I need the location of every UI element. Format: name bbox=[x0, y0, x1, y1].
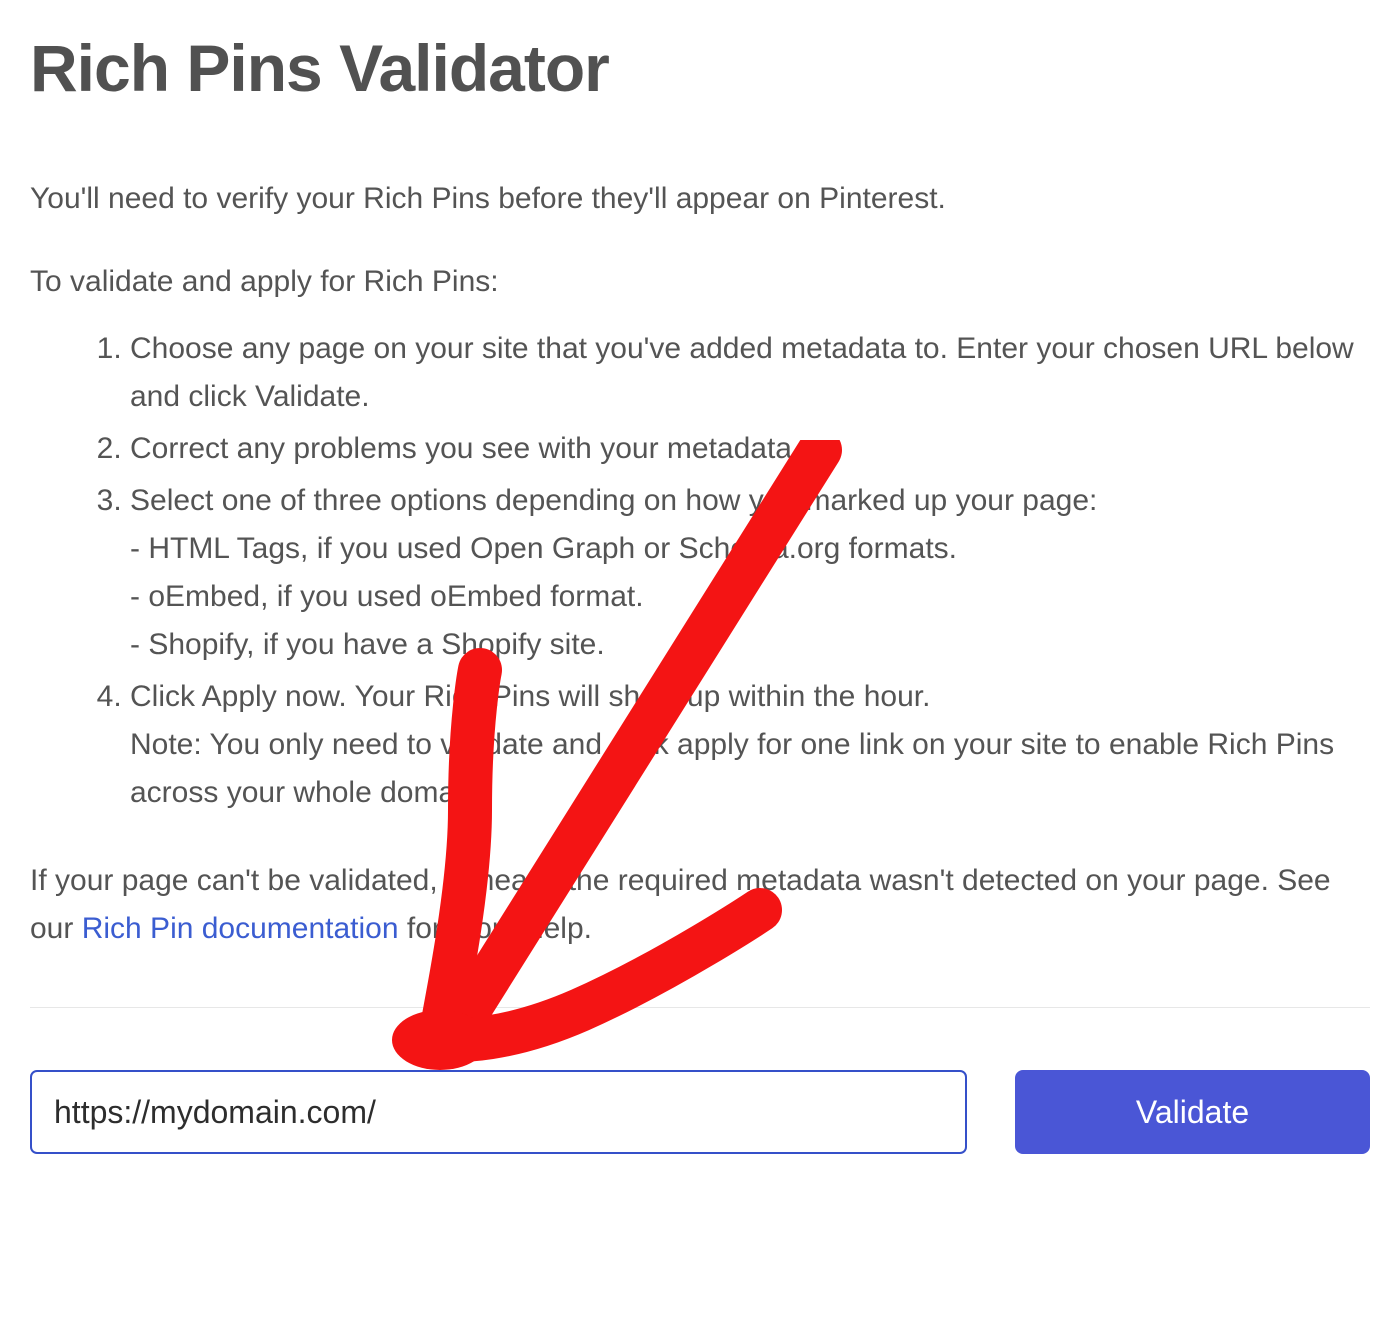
section-divider bbox=[30, 1007, 1370, 1008]
step-text: Click Apply now. Your Rich Pins will sho… bbox=[130, 680, 930, 713]
step-item-1: Choose any page on your site that you've… bbox=[130, 325, 1370, 421]
intro-text: You'll need to verify your Rich Pins bef… bbox=[30, 176, 1370, 221]
step-sub-option: - oEmbed, if you used oEmbed format. bbox=[130, 573, 1370, 621]
steps-subheading: To validate and apply for Rich Pins: bbox=[30, 265, 1370, 299]
step-text: Choose any page on your site that you've… bbox=[130, 332, 1354, 413]
url-input[interactable] bbox=[30, 1070, 967, 1154]
validate-button[interactable]: Validate bbox=[1015, 1070, 1370, 1154]
step-text: Correct any problems you see with your m… bbox=[130, 432, 800, 465]
closing-suffix: for more help. bbox=[399, 912, 592, 945]
step-item-4: Click Apply now. Your Rich Pins will sho… bbox=[130, 673, 1370, 817]
validate-form-row: Validate bbox=[30, 1070, 1370, 1154]
step-item-2: Correct any problems you see with your m… bbox=[130, 425, 1370, 473]
step-text: Select one of three options depending on… bbox=[130, 484, 1097, 517]
rich-pin-documentation-link[interactable]: Rich Pin documentation bbox=[82, 912, 399, 945]
steps-list: Choose any page on your site that you've… bbox=[30, 325, 1370, 817]
step-item-3: Select one of three options depending on… bbox=[130, 477, 1370, 669]
closing-text: If your page can't be validated, it mean… bbox=[30, 857, 1370, 953]
step-sub-option: - Shopify, if you have a Shopify site. bbox=[130, 621, 1370, 669]
step-note: Note: You only need to validate and clic… bbox=[130, 721, 1370, 817]
page-title: Rich Pins Validator bbox=[30, 30, 1370, 106]
step-sub-option: - HTML Tags, if you used Open Graph or S… bbox=[130, 525, 1370, 573]
